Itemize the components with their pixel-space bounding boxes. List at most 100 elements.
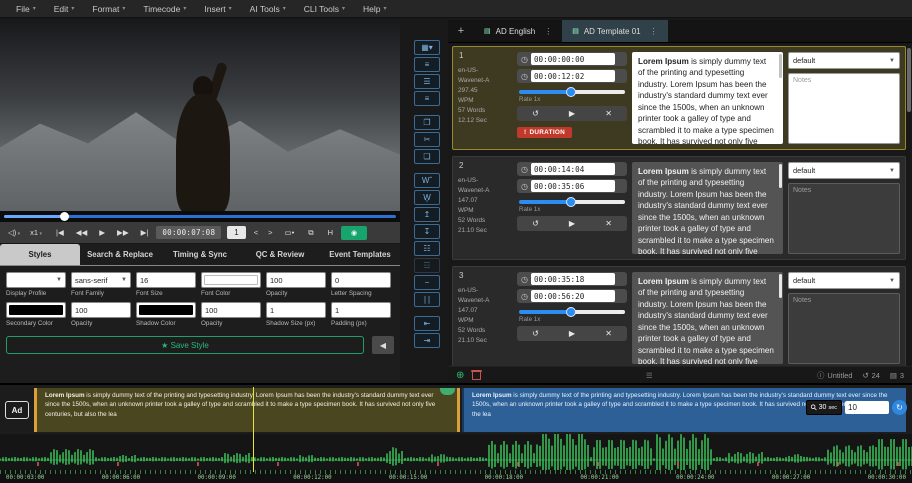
- font-color-input[interactable]: Font Color: [201, 272, 261, 297]
- notes-field[interactable]: [788, 73, 900, 144]
- next-frame-button[interactable]: ▶|: [139, 228, 151, 237]
- timecode-ruler[interactable]: 00:00:03:0000:00:06:0000:00:09:0000:00:1…: [0, 470, 912, 483]
- rewind-button[interactable]: ◀◀: [74, 228, 90, 237]
- nudge-back-button[interactable]: <: [252, 228, 260, 237]
- regenerate-voice-button[interactable]: ↺: [528, 219, 543, 228]
- display-profile-select[interactable]: ▼Display Profile: [6, 272, 66, 297]
- rows-alt-button[interactable]: ☲: [414, 258, 440, 273]
- style-select[interactable]: default▼: [788, 52, 900, 69]
- nudge-forward-button[interactable]: >: [266, 228, 274, 237]
- tab-qc-review[interactable]: QC & Review: [240, 244, 320, 265]
- seek-knob[interactable]: [60, 212, 69, 221]
- align-left-button[interactable]: ≡: [414, 57, 440, 72]
- delete-audio-button[interactable]: ✕: [601, 219, 616, 228]
- delete-audio-button[interactable]: ✕: [601, 109, 616, 118]
- menu-ai-tools[interactable]: AI Tools▾: [242, 0, 294, 18]
- caption-entry-2[interactable]: 2 en-US- Wavenet-A 147.07 WPM 52 Words 2…: [452, 156, 906, 260]
- font-opacity-input[interactable]: 100Opacity: [266, 272, 326, 297]
- timeline-event-1[interactable]: Lorem Ipsum is simply dummy text of the …: [34, 388, 460, 432]
- copy-button[interactable]: ❐: [414, 115, 440, 130]
- style-select[interactable]: default▼: [788, 162, 900, 179]
- play-event-button[interactable]: ▶: [565, 329, 579, 338]
- move-down-button[interactable]: ↧: [414, 224, 440, 239]
- snap-end-button[interactable]: ⇥: [414, 333, 440, 348]
- move-up-button[interactable]: ↥: [414, 207, 440, 222]
- word-raise-button[interactable]: Wˆ: [414, 173, 440, 188]
- caption-entry-3[interactable]: 3 en-US- Wavenet-A 147.07 WPM 52 Words 2…: [452, 266, 906, 366]
- menu-edit[interactable]: Edit▾: [46, 0, 83, 18]
- caption-text-area[interactable]: Lorem Ipsum is simply dummy text of the …: [632, 162, 783, 254]
- font-size-input[interactable]: 16Font Size: [136, 272, 196, 297]
- timecode-in-input[interactable]: [531, 273, 615, 285]
- rate-slider[interactable]: [519, 200, 625, 204]
- play-button[interactable]: ▶: [97, 228, 107, 237]
- tab-ad-template-01[interactable]: ▤AD Template 01⋮: [562, 20, 667, 42]
- caption-text-area[interactable]: Lorem Ipsum is simply dummy text of the …: [632, 52, 783, 144]
- align-center-button[interactable]: ☰: [414, 74, 440, 89]
- kebab-menu-icon[interactable]: ⋮: [540, 27, 552, 36]
- text-scrollbar[interactable]: [779, 54, 782, 78]
- video-preview[interactable]: [0, 18, 400, 211]
- add-event-button[interactable]: ⊕: [456, 370, 464, 381]
- text-scrollbar[interactable]: [779, 274, 782, 298]
- letter-spacing-input[interactable]: 0Letter Spacing: [331, 272, 391, 297]
- play-event-button[interactable]: ▶: [565, 219, 579, 228]
- subtitle-preview-icon[interactable]: ⧉: [306, 228, 315, 238]
- zoom-apply-button[interactable]: ↻: [892, 400, 907, 415]
- style-select[interactable]: default▼: [788, 272, 900, 289]
- rate-slider[interactable]: [519, 310, 625, 314]
- tab-styles[interactable]: Styles: [0, 244, 80, 265]
- secondary-opacity-input[interactable]: 100Opacity: [71, 302, 131, 327]
- frame-step-field[interactable]: 1: [227, 226, 245, 239]
- font-family-select[interactable]: sans-serif▼Font Family: [71, 272, 131, 297]
- menu-help[interactable]: Help▾: [355, 0, 395, 18]
- notes-field[interactable]: [788, 293, 900, 364]
- rate-slider[interactable]: [519, 90, 625, 94]
- secondary-color-input[interactable]: Secondary Color: [6, 302, 66, 327]
- fast-forward-button[interactable]: ▶▶: [115, 228, 131, 237]
- padding-input[interactable]: 1Padding (px): [331, 302, 391, 327]
- menu-file[interactable]: File▾: [8, 0, 44, 18]
- timecode-out-input[interactable]: [531, 180, 615, 192]
- preview-record-button[interactable]: ◉: [341, 226, 367, 240]
- zoom-value-input[interactable]: [845, 401, 889, 414]
- text-scrollbar[interactable]: [779, 164, 782, 188]
- caption-entry-1[interactable]: 1 en-US- Wavenet-A 297.45 WPM 57 Words 1…: [452, 46, 906, 150]
- split-event-button[interactable]: ∣∣: [414, 292, 440, 307]
- playhead[interactable]: [253, 387, 254, 472]
- play-event-button[interactable]: ▶: [565, 109, 579, 118]
- merge-events-button[interactable]: −: [414, 275, 440, 290]
- timecode-out-input[interactable]: [531, 70, 615, 82]
- save-style-button[interactable]: ★ Save Style: [6, 336, 364, 354]
- align-right-button[interactable]: ≡: [414, 91, 440, 106]
- tab-event-templates[interactable]: Event Templates: [320, 244, 400, 265]
- tab-ad-english[interactable]: ▤AD English⋮: [474, 20, 562, 42]
- delete-audio-button[interactable]: ✕: [601, 329, 616, 338]
- tab-timing-sync[interactable]: Timing & Sync: [160, 244, 240, 265]
- hd-audio-icon[interactable]: H: [326, 228, 335, 238]
- delete-event-button[interactable]: [472, 370, 481, 380]
- timecode-in-input[interactable]: [531, 163, 615, 175]
- regenerate-voice-button[interactable]: ↺: [528, 329, 543, 338]
- editor-scrollbar[interactable]: [907, 48, 911, 112]
- timecode-out-input[interactable]: [531, 290, 615, 302]
- video-seekbar[interactable]: [0, 211, 400, 222]
- notes-field[interactable]: [788, 183, 900, 254]
- panel-resize-handle[interactable]: ☰: [481, 371, 817, 380]
- snap-start-button[interactable]: ⇤: [414, 316, 440, 331]
- caption-text-area[interactable]: Lorem Ipsum is simply dummy text of the …: [632, 272, 783, 364]
- add-tab-button[interactable]: +: [448, 20, 474, 42]
- collapse-panel-button[interactable]: ◀: [372, 336, 394, 354]
- cut-button[interactable]: ✂: [414, 132, 440, 147]
- playback-speed-button[interactable]: x1 ▾: [28, 228, 44, 237]
- volume-icon[interactable]: ◁) ▾: [6, 228, 22, 237]
- prev-frame-button[interactable]: |◀: [54, 228, 66, 237]
- paste-button[interactable]: ❏: [414, 149, 440, 164]
- shadow-size-input[interactable]: 1Shadow Size (px): [266, 302, 326, 327]
- menu-format[interactable]: Format▾: [84, 0, 133, 18]
- captions-toggle-icon[interactable]: ▭•: [283, 228, 297, 238]
- regenerate-voice-button[interactable]: ↺: [528, 109, 543, 118]
- shadow-color-input[interactable]: Shadow Color: [136, 302, 196, 327]
- grid-options-button[interactable]: ▦▾: [414, 40, 440, 55]
- audio-waveform[interactable]: [0, 434, 912, 470]
